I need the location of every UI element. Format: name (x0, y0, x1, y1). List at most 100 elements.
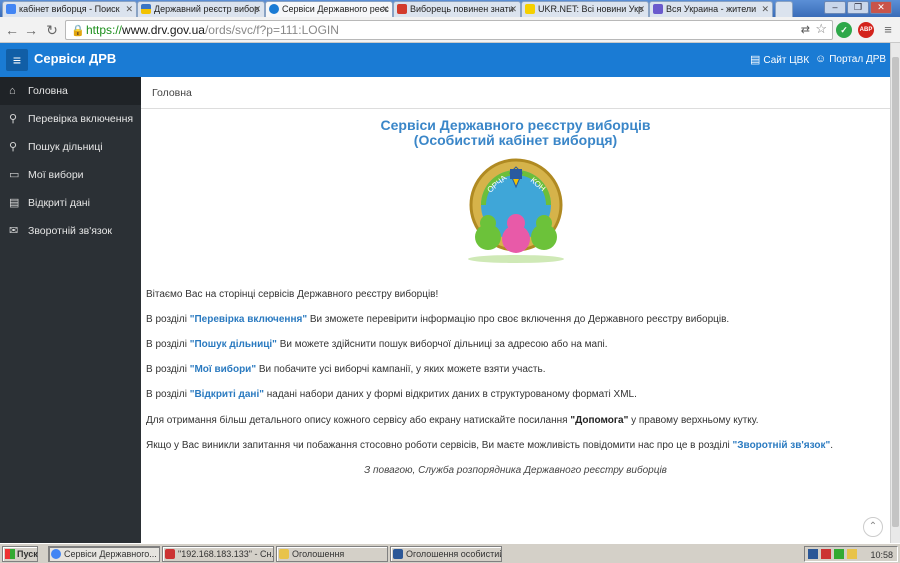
lock-icon: 🔒 (71, 25, 85, 37)
sidebar-item-label: Головна (28, 85, 68, 97)
taskbar-item-label: Оголошення (292, 549, 345, 559)
taskbar-item[interactable]: Оголошення (276, 546, 388, 562)
paragraph-text: у правому верхньому кутку. (628, 415, 759, 426)
page-subtitle: (Особистий кабінет виборця) (413, 132, 618, 148)
breadcrumb: Головна (141, 77, 890, 109)
portal-link-label: Портал ДРВ (829, 54, 887, 65)
sidebar-item-label: Зворотній зв'язок (28, 225, 113, 237)
close-icon[interactable]: ✕ (125, 2, 133, 16)
browser-tab-active[interactable]: Сервіси Державного реєс ✕ (265, 1, 393, 17)
sidebar: ⌂ Головна ⚲ Перевірка включення ⚲ Пошук діл… (0, 77, 141, 543)
cvk-site-link[interactable]: ▤ Сайт ЦВК (750, 53, 809, 66)
close-icon[interactable]: ✕ (509, 2, 517, 16)
browser-tab[interactable]: Виборець повинен знати ✕ (393, 1, 521, 17)
new-tab-button[interactable] (775, 1, 793, 17)
translate-icon[interactable]: ⇄ (801, 21, 810, 39)
taskbar-item-label: "192.168.183.133" - Сн... (178, 549, 274, 559)
browser-tab[interactable]: кабінет виборця - Поиск ✕ (2, 1, 137, 17)
ukrnet-icon (525, 4, 535, 14)
star-icon[interactable]: ☆ (815, 20, 827, 38)
browser-toolbar: ← → ↻ 🔒 https://www.drv.gov.ua/ords/svc/… (0, 17, 900, 43)
search-icon: ⚲ (9, 141, 18, 153)
paragraph-text: Ви зможете перевірити інформацію про сво… (307, 314, 730, 325)
paragraph-text: надані набори даних у формі відкритих да… (264, 389, 637, 400)
drv-portal-link[interactable]: ☺ Портал ДРВ (815, 53, 886, 65)
close-window-button[interactable]: ✕ (870, 1, 892, 14)
word-document-icon (393, 549, 403, 559)
paragraph-station-search: В розділі "Пошук дільниці" Ви можете зді… (146, 339, 608, 350)
back-arrow-icon[interactable]: ← (3, 21, 21, 39)
feedback-link[interactable]: "Зворотній зв'язок" (733, 440, 831, 451)
welcome-text: Вітаємо Вас на сторінці сервісів Державн… (146, 289, 439, 300)
folder-icon (279, 549, 289, 559)
clock: 10:58 (870, 550, 893, 560)
app-header: ≡ Сервіси ДРВ ▤ Сайт ЦВК ☺ Портал ДРВ (0, 43, 890, 77)
cvk-link-label: Сайт ЦВК (763, 55, 810, 66)
url-path: /ords/svc/f?p=111:LOGIN (204, 23, 339, 37)
start-label: Пуск (17, 549, 38, 559)
sidebar-item-label: Пошук дільниці (28, 141, 103, 153)
sidebar-item-label: Мої вибори (28, 169, 84, 181)
sidebar-item-feedback[interactable]: ✉ Зворотній зв'язок (0, 217, 141, 245)
close-icon[interactable]: ✕ (761, 2, 769, 16)
breadcrumb-home[interactable]: Головна (152, 87, 192, 99)
paragraph-text: Для отримання більш детального опису кож… (146, 415, 571, 426)
paragraph-text: Ви можете здійснити пошук виборчої дільн… (276, 339, 608, 350)
sidebar-item-station-search[interactable]: ⚲ Пошук дільниці (0, 133, 141, 161)
url-host: www.drv.gov.ua (122, 23, 205, 37)
paragraph-open-data: В розділі "Відкриті дані" надані набори … (146, 389, 637, 400)
check-icon[interactable]: ✓ (836, 22, 852, 38)
reload-icon[interactable]: ↻ (43, 21, 61, 39)
menu-icon[interactable]: ≡ (879, 21, 897, 39)
chat-icon: ✉ (9, 225, 19, 237)
tab-label: Державний реєстр вибор (154, 4, 260, 14)
minimize-button[interactable]: – (824, 1, 846, 14)
tab-label: Сервіси Державного реєс (282, 4, 389, 14)
page-title: Сервіси Державного реєстру виборців (380, 117, 651, 133)
open-data-link[interactable]: "Відкриті дані" (190, 389, 264, 400)
volume-icon[interactable] (847, 549, 857, 559)
paragraph-text: Якщо у Вас виникли запитання чи побажанн… (146, 440, 733, 451)
close-icon[interactable]: ✕ (381, 2, 389, 16)
paragraph-text: В розділі (146, 339, 190, 350)
users-icon: ☺ (815, 53, 827, 65)
taskbar-item[interactable]: Сервіси Державного... (48, 546, 160, 562)
sidebar-item-my-elections[interactable]: ▭ Мої вибори (0, 161, 141, 189)
paragraph-text: В розділі (146, 364, 190, 375)
scrollbar-thumb[interactable] (892, 57, 899, 527)
maximize-button[interactable]: ❐ (847, 1, 869, 14)
start-button[interactable]: Пуск (2, 546, 38, 562)
sidebar-item-registration-check[interactable]: ⚲ Перевірка включення (0, 105, 141, 133)
app-title[interactable]: Сервіси ДРВ (34, 51, 116, 66)
browser-tab[interactable]: UKR.NET: Всі новини Укр ✕ (521, 1, 649, 17)
registration-check-link[interactable]: "Перевірка включення" (190, 314, 307, 325)
adblock-icon[interactable]: ABP (858, 22, 874, 38)
scroll-to-top-button[interactable]: ⌃ (863, 517, 883, 537)
forward-arrow-icon[interactable]: → (22, 21, 40, 39)
sidebar-item-open-data[interactable]: ▤ Відкриті дані (0, 189, 141, 217)
station-search-link[interactable]: "Пошук дільниці" (190, 339, 277, 350)
network-icon[interactable] (821, 549, 831, 559)
antivirus-icon[interactable] (834, 549, 844, 559)
taskbar-item[interactable]: Оголошення особистий... (390, 546, 502, 562)
close-icon[interactable]: ✕ (637, 2, 645, 16)
language-icon[interactable] (808, 549, 818, 559)
tab-label: Виборець повинен знати (410, 4, 514, 14)
paragraph-text: Ви побачите усі виборчі кампанії, у яких… (256, 364, 546, 375)
paragraph-help: Для отримання більш детального опису кож… (146, 415, 759, 426)
system-tray: 10:58 (804, 546, 898, 562)
browser-tab[interactable]: Вся Украина - жители ✕ (649, 1, 773, 17)
tab-label: кабінет виборця - Поиск (19, 4, 120, 14)
browser-tab[interactable]: Державний реєстр вибор ✕ (137, 1, 265, 17)
close-icon[interactable]: ✕ (253, 2, 261, 16)
hamburger-menu-button[interactable]: ≡ (6, 49, 28, 71)
voter-emblem-logo: ОРЧА КОН (468, 158, 564, 263)
address-bar[interactable]: 🔒 https://www.drv.gov.ua/ords/svc/f?p=11… (65, 20, 833, 40)
my-elections-link[interactable]: "Мої вибори" (190, 364, 256, 375)
taskbar-item[interactable]: "192.168.183.133" - Сн... (162, 546, 274, 562)
sidebar-item-label: Перевірка включення (28, 113, 134, 125)
vertical-scrollbar[interactable] (890, 43, 900, 543)
chrome-icon (51, 549, 61, 559)
paragraph-text: В розділі (146, 389, 190, 400)
sidebar-item-home[interactable]: ⌂ Головна (0, 77, 141, 105)
